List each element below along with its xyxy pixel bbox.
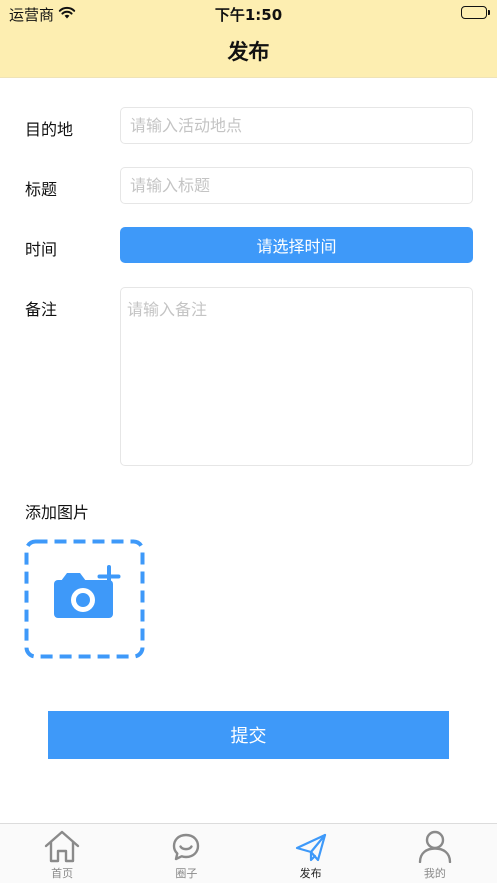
home-icon (44, 830, 80, 863)
select-time-button[interactable]: 请选择时间 (120, 227, 473, 263)
clock: 下午1:50 (214, 6, 283, 24)
tab-mine[interactable]: 我的 (373, 824, 497, 883)
destination-input[interactable] (120, 107, 473, 144)
title-label: 标题 (25, 180, 58, 199)
page-title: 发布 (227, 40, 270, 64)
add-photo-button[interactable] (24, 539, 145, 659)
battery-icon (461, 6, 490, 19)
tab-circle[interactable]: 圈子 (124, 824, 248, 883)
chat-bubble-icon (173, 833, 200, 861)
tab-label: 发布 (299, 867, 322, 880)
camera-plus-icon (24, 539, 145, 659)
top-bar: 运营商 下午1:50 发布 (0, 0, 497, 78)
remark-label: 备注 (25, 300, 58, 319)
title-input[interactable] (120, 167, 473, 204)
submit-button[interactable]: 提交 (48, 711, 449, 759)
time-label: 时间 (25, 240, 58, 259)
add-photo-label: 添加图片 (25, 503, 90, 522)
tab-home[interactable]: 首页 (0, 824, 124, 883)
destination-label: 目的地 (25, 120, 74, 139)
tab-label: 首页 (51, 867, 74, 880)
tab-label: 我的 (423, 867, 446, 880)
tab-label: 圈子 (175, 867, 198, 880)
status-bar: 运营商 下午1:50 (0, 0, 497, 26)
user-icon (418, 830, 452, 863)
paper-plane-icon (295, 833, 326, 862)
tab-publish[interactable]: 发布 (249, 824, 373, 883)
remark-textarea[interactable] (120, 287, 473, 466)
tab-bar: 首页 圈子 发布 我的 (0, 823, 497, 883)
